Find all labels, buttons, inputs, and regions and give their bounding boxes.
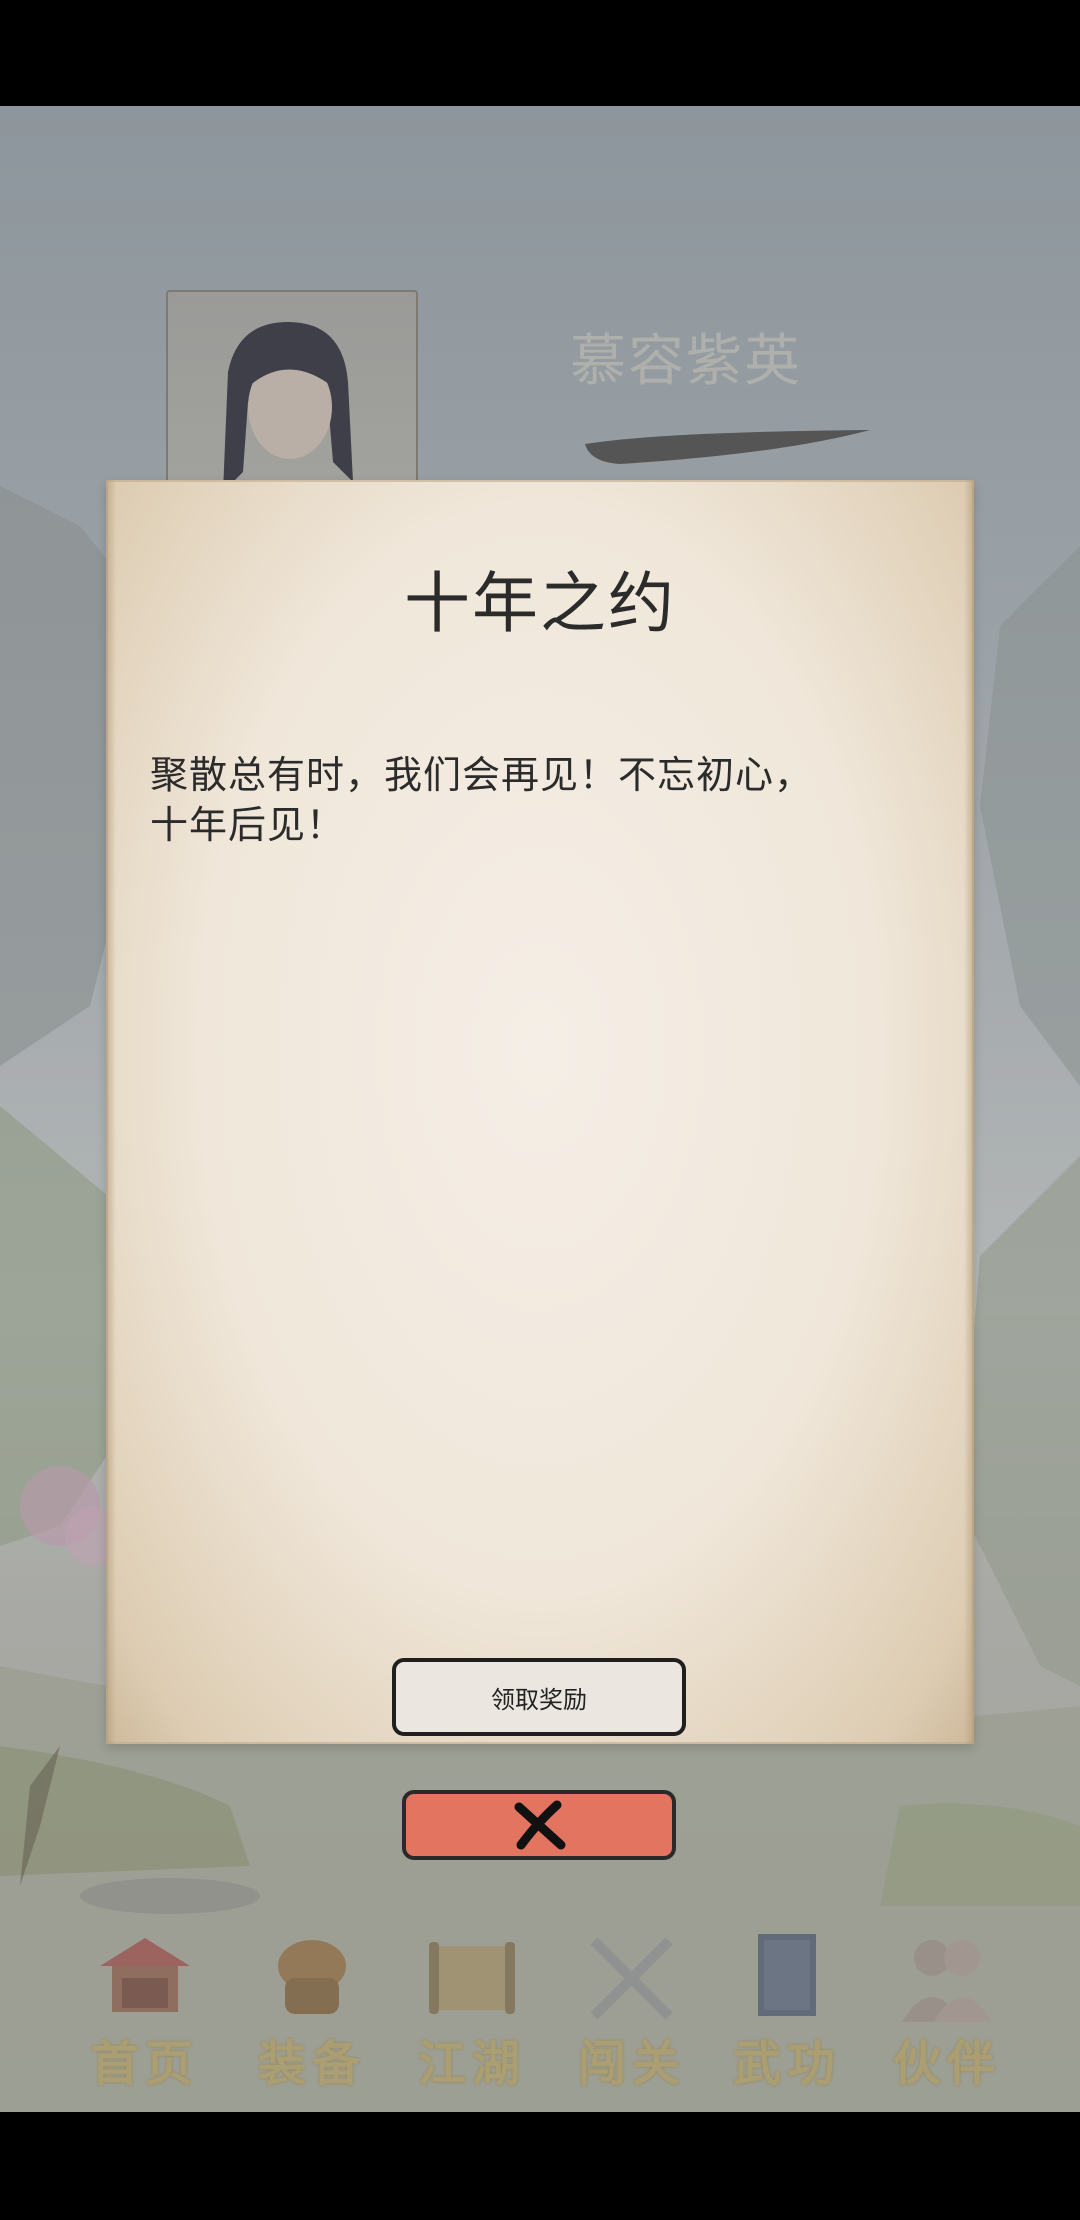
nav-label-martial-arts: 武功 [732, 2036, 841, 2092]
bottom-nav: 首页 装备 江湖 闯关 武功 伙伴 [0, 1906, 1080, 2112]
dialog-title: 十年之约 [404, 565, 676, 642]
event-dialog: 十年之约 聚散总有时，我们会再见！不忘初心， 十年后见！ 领取奖励 [106, 480, 974, 1744]
scroll-icon [429, 1942, 515, 2014]
nav-label-equipment: 装备 [257, 2036, 366, 2092]
nav-item-challenge[interactable]: 闯关 [557, 1906, 707, 2112]
nav-item-home[interactable]: 首页 [70, 1906, 220, 2112]
nav-item-partners[interactable]: 伙伴 [872, 1906, 1022, 2112]
dialog-message-line2: 十年后见！ [150, 803, 346, 847]
dialog-message: 聚散总有时，我们会再见！不忘初心， 十年后见！ [150, 750, 940, 850]
nav-label-jianghu: 江湖 [417, 2036, 526, 2092]
nav-item-equipment[interactable]: 装备 [237, 1906, 387, 2112]
dialog-message-line1: 聚散总有时，我们会再见！不忘初心， [150, 753, 814, 797]
armor-icon [278, 1940, 346, 2014]
paper-edge-left [106, 480, 116, 1744]
book-icon [758, 1934, 816, 2016]
close-button[interactable] [402, 1790, 676, 1860]
nav-label-home: 首页 [90, 2036, 199, 2092]
nav-item-jianghu[interactable]: 江湖 [397, 1906, 547, 2112]
character-name: 慕容紫英 [570, 329, 802, 394]
partners-icon [902, 1940, 992, 2022]
nav-item-martial-arts[interactable]: 武功 [712, 1906, 862, 2112]
health-bar-brush [585, 430, 870, 464]
game-screen: 慕容紫英 十年之约 聚散总有时，我们会再见！不忘初心， 十年后见！ 领取奖励 首… [0, 106, 1080, 2112]
paper-edge-right [964, 480, 974, 1744]
claim-reward-button[interactable]: 领取奖励 [392, 1658, 686, 1736]
crossed-swords-icon [590, 1937, 673, 2020]
close-x-icon [514, 1800, 566, 1850]
nav-label-partners: 伙伴 [892, 2036, 1001, 2092]
nav-label-challenge: 闯关 [577, 2036, 686, 2092]
pavilion-icon [100, 1938, 190, 2012]
